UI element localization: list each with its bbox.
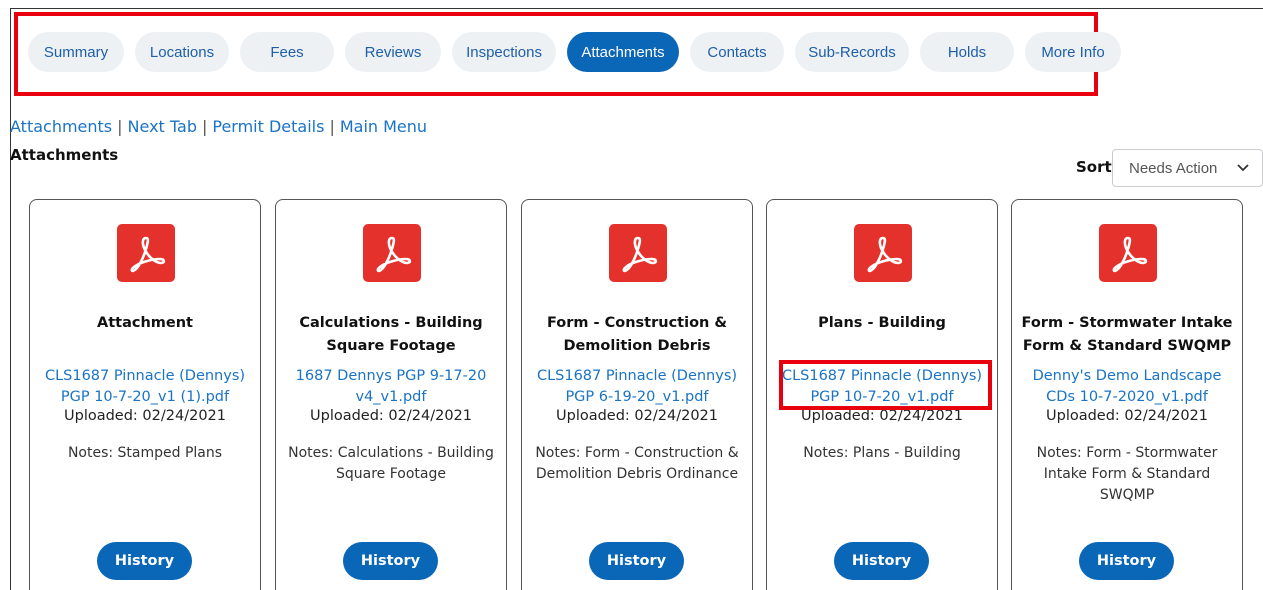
tab-locations[interactable]: Locations	[135, 32, 229, 72]
acrobat-icon	[130, 236, 166, 273]
link-attachments[interactable]: Attachments	[10, 117, 112, 136]
card-title: Calculations - Building Square Footage	[299, 315, 483, 354]
link-separator: |	[117, 117, 123, 136]
tab-more-info[interactable]: More Info	[1025, 32, 1121, 72]
tab-contacts[interactable]: Contacts	[690, 32, 784, 72]
history-button[interactable]: History	[834, 542, 929, 580]
acrobat-icon	[376, 236, 412, 273]
acrobat-icon	[1112, 236, 1148, 273]
pdf-icon[interactable]	[609, 224, 667, 282]
tab-reviews[interactable]: Reviews	[345, 32, 441, 72]
tab-holds[interactable]: Holds	[920, 32, 1014, 72]
pdf-icon[interactable]	[854, 224, 912, 282]
uploaded-date: Uploaded: 02/24/2021	[556, 408, 718, 424]
tab-bar-highlight: Summary Locations Fees Reviews Inspectio…	[14, 12, 1121, 96]
breadcrumb-links: Attachments | Next Tab | Permit Details …	[10, 117, 427, 136]
link-separator: |	[201, 117, 208, 136]
link-main-menu[interactable]: Main Menu	[340, 117, 427, 136]
uploaded-date: Uploaded: 02/24/2021	[310, 408, 472, 424]
file-link[interactable]: CLS1687 Pinnacle (Dennys) PGP 10-7-20_v1…	[775, 366, 989, 408]
uploaded-date: Uploaded: 02/24/2021	[801, 408, 963, 424]
attachment-card: Calculations - Building Square Footage 1…	[275, 199, 507, 590]
card-notes: Notes: Form - Construction & Demolition …	[535, 445, 739, 482]
uploaded-date: Uploaded: 02/24/2021	[1046, 408, 1208, 424]
attachment-card: Form - Stormwater Intake Form & Standard…	[1011, 199, 1243, 590]
history-button[interactable]: History	[97, 542, 192, 580]
card-notes: Notes: Form - Stormwater Intake Form & S…	[1036, 445, 1218, 503]
tab-inspections[interactable]: Inspections	[452, 32, 556, 72]
card-notes: Notes: Stamped Plans	[67, 445, 223, 461]
file-link[interactable]: 1687 Dennys PGP 9-17-20 v4_v1.pdf	[284, 366, 498, 408]
tab-summary[interactable]: Summary	[28, 32, 124, 72]
link-next-tab[interactable]: Next Tab	[128, 117, 197, 136]
tab-sub-records[interactable]: Sub-Records	[795, 32, 909, 72]
chevron-down-icon	[1237, 164, 1249, 172]
card-notes: Notes: Calculations - Building Square Fo…	[288, 445, 494, 482]
file-link[interactable]: CLS1687 Pinnacle (Dennys) PGP 6-19-20_v1…	[530, 366, 744, 408]
card-title: Plans - Building	[818, 315, 946, 331]
file-link[interactable]: CLS1687 Pinnacle (Dennys) PGP 10-7-20_v1…	[38, 366, 252, 408]
pdf-icon[interactable]	[1099, 224, 1157, 282]
tab-fees[interactable]: Fees	[240, 32, 334, 72]
pdf-icon[interactable]	[117, 224, 175, 282]
link-permit-details[interactable]: Permit Details	[212, 117, 324, 136]
card-notes: Notes: Plans - Building	[803, 445, 961, 461]
file-link[interactable]: Denny's Demo Landscape CDs 10-7-2020_v1.…	[1020, 366, 1234, 408]
uploaded-date: Uploaded: 02/24/2021	[64, 408, 226, 424]
sort-select[interactable]: Needs Action	[1112, 149, 1263, 187]
sort-selected-value: Needs Action	[1129, 159, 1218, 177]
tab-bar: Summary Locations Fees Reviews Inspectio…	[28, 32, 1121, 72]
attachment-card: Attachment CLS1687 Pinnacle (Dennys) PGP…	[29, 199, 261, 590]
attachment-card: Form - Construction & Demolition Debris …	[521, 199, 753, 590]
tab-attachments[interactable]: Attachments	[567, 32, 679, 72]
sort-label: Sort	[1076, 158, 1112, 176]
card-title: Form - Construction & Demolition Debris	[546, 315, 728, 354]
card-title: Form - Stormwater Intake Form & Standard…	[1021, 315, 1233, 354]
section-title: Attachments	[10, 146, 119, 164]
link-separator: |	[329, 117, 335, 136]
acrobat-icon	[867, 236, 903, 273]
card-title: Attachment	[97, 315, 193, 331]
history-button[interactable]: History	[343, 542, 438, 580]
attachment-card: Plans - Building CLS1687 Pinnacle (Denny…	[766, 199, 998, 590]
history-button[interactable]: History	[1079, 542, 1174, 580]
history-button[interactable]: History	[589, 542, 684, 580]
acrobat-icon	[622, 236, 658, 273]
pdf-icon[interactable]	[363, 224, 421, 282]
